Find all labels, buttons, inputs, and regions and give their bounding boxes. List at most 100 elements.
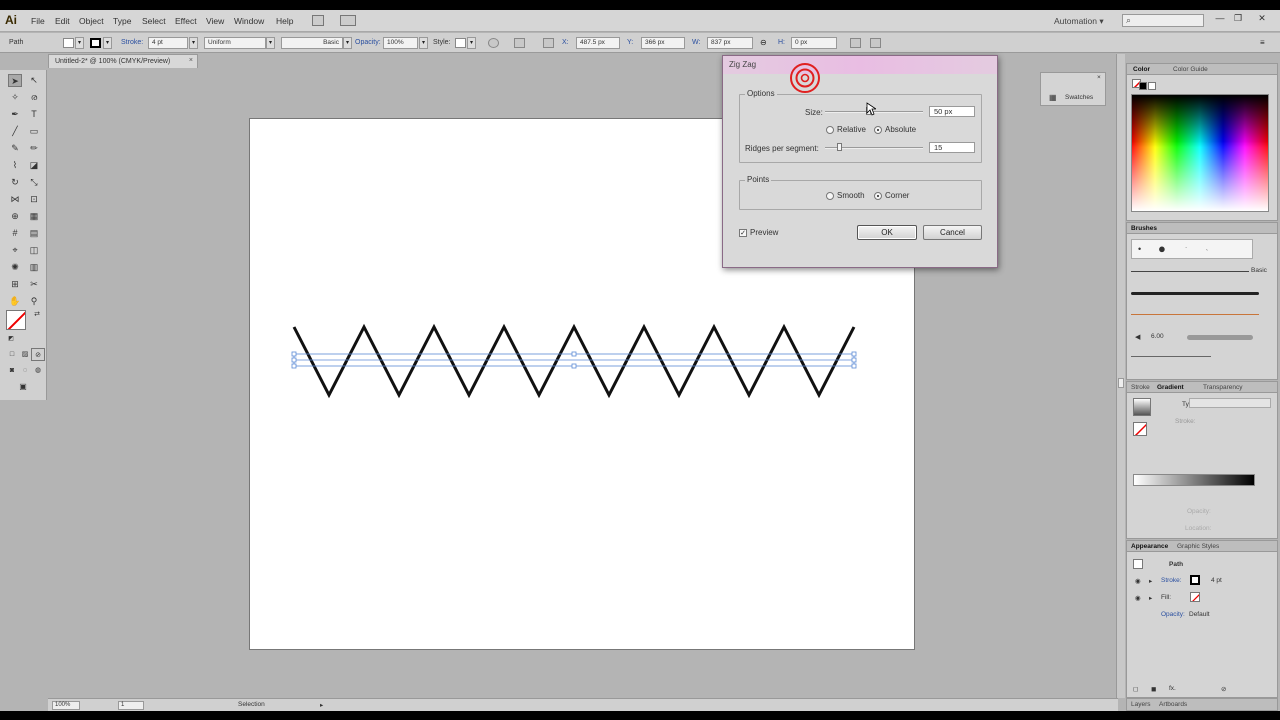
tab-brushes[interactable]: Brushes xyxy=(1131,225,1157,232)
stroke-black-mini[interactable] xyxy=(1139,82,1147,90)
appearance-opacity-label[interactable]: Opacity: xyxy=(1161,611,1185,618)
menu-view[interactable]: View xyxy=(206,16,224,26)
mesh-tool-icon[interactable]: # xyxy=(8,227,22,240)
brush-dot-small[interactable]: • xyxy=(1138,244,1141,254)
maximize-button[interactable]: ❐ xyxy=(1228,13,1248,26)
anchor-point[interactable] xyxy=(851,357,857,363)
eye-icon[interactable]: ◉ xyxy=(1135,594,1141,602)
pen-tool-icon[interactable]: ✒ xyxy=(8,108,22,121)
appearance-stroke-label[interactable]: Stroke: xyxy=(1161,577,1182,584)
fill-swatch-icon[interactable] xyxy=(63,38,74,48)
panel-menu-icon[interactable]: ≡ xyxy=(1260,38,1271,48)
h-field[interactable]: 0 px xyxy=(791,37,837,49)
width-tool-icon[interactable]: ⋈ xyxy=(8,193,22,206)
eraser-tool-icon[interactable]: ◪ xyxy=(27,159,41,172)
workspace-switcher[interactable]: Automation ▾ xyxy=(1054,16,1104,27)
y-link[interactable]: Y: xyxy=(627,39,633,46)
stroke-weight-field[interactable]: 4 pt xyxy=(148,37,188,49)
arrange-documents-icon[interactable] xyxy=(340,15,356,26)
screen-mode-icon[interactable]: ▣ xyxy=(16,380,30,393)
preview-checkbox[interactable]: ✓ xyxy=(739,229,747,237)
artboard-tool-icon[interactable]: ⊞ xyxy=(8,278,22,291)
basic-brush-stroke[interactable] xyxy=(1131,271,1249,272)
ridges-slider-thumb[interactable] xyxy=(837,143,843,151)
bristle-brush-stroke[interactable] xyxy=(1187,335,1253,340)
blob-brush-tool-icon[interactable]: ⌇ xyxy=(8,159,22,172)
scale-tool-icon[interactable]: ⤡ xyxy=(27,176,41,189)
anchor-point[interactable] xyxy=(291,351,297,357)
style-dropdown[interactable]: ▾ xyxy=(467,37,476,49)
dialog-title-bar[interactable]: Zig Zag xyxy=(723,56,997,74)
absolute-radio[interactable] xyxy=(874,126,882,134)
profile-dropdown[interactable]: ▾ xyxy=(266,37,275,49)
absolute-label[interactable]: Absolute xyxy=(885,125,916,134)
ok-button[interactable]: OK xyxy=(857,225,917,240)
vertical-scrollbar[interactable] xyxy=(1116,54,1125,698)
document-tab[interactable]: Untitled-2* @ 100% (CMYK/Preview) × xyxy=(48,54,198,68)
fill-none-swatch[interactable] xyxy=(6,310,26,330)
preview-label[interactable]: Preview xyxy=(750,228,778,237)
menu-type[interactable]: Type xyxy=(113,16,131,26)
w-link[interactable]: W: xyxy=(692,39,700,46)
selection-tool-icon[interactable]: ➤ xyxy=(8,74,22,87)
tab-graphic-styles[interactable]: Graphic Styles xyxy=(1177,543,1219,550)
gradient-fill-none[interactable] xyxy=(1133,422,1147,436)
status-arrow-icon[interactable]: ▸ xyxy=(320,701,323,709)
brush-dot-large[interactable]: ● xyxy=(1158,241,1166,256)
appearance-fill-label[interactable]: Fill: xyxy=(1161,594,1171,601)
size-input[interactable]: 50 px xyxy=(929,106,975,117)
tab-artboards[interactable]: Artboards xyxy=(1159,701,1187,708)
type-tool-icon[interactable]: T xyxy=(27,108,41,121)
anchor-point[interactable] xyxy=(851,363,857,369)
zoom-tool-icon[interactable]: ⚲ xyxy=(27,295,41,308)
stroke-weight-dropdown[interactable]: ▾ xyxy=(189,37,198,49)
scroll-thumb[interactable] xyxy=(1118,378,1124,388)
appearance-stroke-swatch[interactable] xyxy=(1190,575,1200,585)
relative-radio[interactable] xyxy=(826,126,834,134)
zoom-field[interactable]: 100% xyxy=(52,701,80,710)
menu-edit[interactable]: Edit xyxy=(55,16,70,26)
color-mode-icon[interactable]: □ xyxy=(5,348,19,361)
draw-normal-icon[interactable]: ◙ xyxy=(5,364,19,377)
eye-icon[interactable]: ◉ xyxy=(1135,577,1141,585)
search-input[interactable]: ⌕ xyxy=(1122,14,1204,27)
brush-dropdown[interactable]: ▾ xyxy=(343,37,352,49)
add-fill-icon[interactable]: ◼ xyxy=(1151,685,1156,693)
h-link[interactable]: H: xyxy=(778,39,785,46)
charcoal-brush-stroke[interactable] xyxy=(1131,292,1259,295)
tab-appearance[interactable]: Appearance xyxy=(1131,543,1168,550)
recolor-artwork-icon[interactable] xyxy=(488,38,499,48)
brush-scatter[interactable]: ˎ xyxy=(1206,244,1208,251)
tab-gradient[interactable]: Gradient xyxy=(1157,384,1184,391)
gradient-tool-icon[interactable]: ▤ xyxy=(27,227,41,240)
opacity-field[interactable]: 100% xyxy=(383,37,418,49)
direct-selection-tool-icon[interactable]: ↖ xyxy=(27,74,41,87)
magic-wand-tool-icon[interactable]: ✧ xyxy=(8,91,22,104)
stroke-color-dropdown[interactable]: ▾ xyxy=(103,37,112,49)
add-stroke-icon[interactable]: ◻ xyxy=(1133,685,1138,693)
eyedropper-tool-icon[interactable]: ⌖ xyxy=(8,244,22,257)
tab-color-guide[interactable]: Color Guide xyxy=(1173,66,1208,73)
slice-tool-icon[interactable]: ✂ xyxy=(27,278,41,291)
hand-tool-icon[interactable]: ✋ xyxy=(8,295,22,308)
corner-radio[interactable] xyxy=(874,192,882,200)
paintbrush-tool-icon[interactable]: ✎ xyxy=(8,142,22,155)
stroke-link[interactable]: Stroke: xyxy=(121,39,143,46)
zigzag-stroke[interactable] xyxy=(292,323,856,399)
expand-arrow-icon[interactable]: ▸ xyxy=(1149,594,1152,602)
color-spectrum[interactable] xyxy=(1131,94,1269,212)
transform-icon[interactable] xyxy=(850,38,861,48)
align-icon[interactable] xyxy=(514,38,525,48)
reference-point-icon[interactable] xyxy=(543,38,554,48)
default-colors-icon[interactable]: ◩ xyxy=(4,333,18,346)
tab-transparency[interactable]: Transparency xyxy=(1203,384,1243,391)
x-link[interactable]: X: xyxy=(562,39,569,46)
rectangle-tool-icon[interactable]: ▭ xyxy=(27,125,41,138)
gradient-mode-icon[interactable]: ▨ xyxy=(18,348,32,361)
w-field[interactable]: 837 px xyxy=(707,37,753,49)
brush-definition[interactable]: Basic xyxy=(281,37,343,49)
anchor-point[interactable] xyxy=(851,351,857,357)
perspective-grid-tool-icon[interactable]: ▦ xyxy=(27,210,41,223)
draw-inside-icon[interactable]: ◍ xyxy=(31,364,45,377)
opacity-link[interactable]: Opacity: xyxy=(355,39,381,46)
